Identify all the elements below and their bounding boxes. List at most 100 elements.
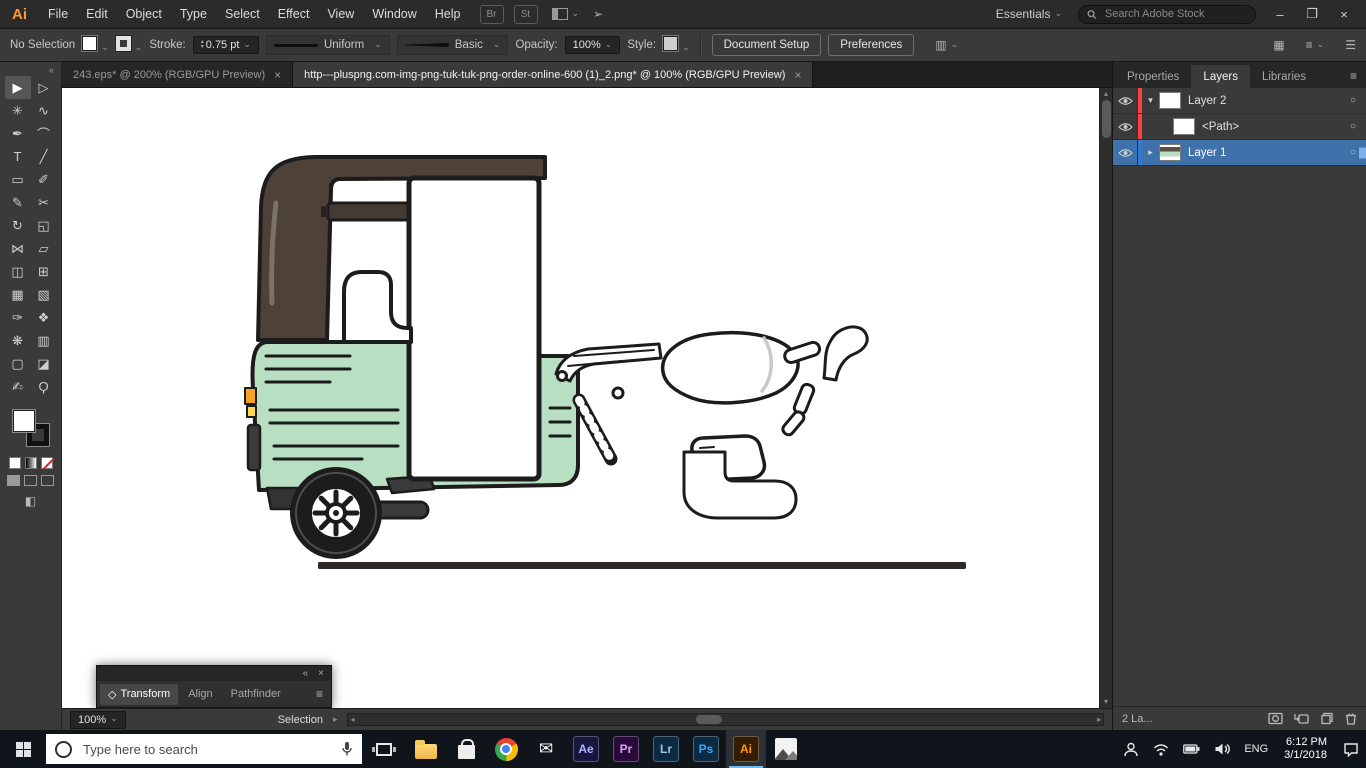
hand-tool[interactable]: ✍ xyxy=(5,375,31,398)
workspace-switcher[interactable]: Essentials xyxy=(996,7,1062,21)
arrange-windows-icon[interactable]: ▦ xyxy=(1273,38,1284,52)
close-tab-icon[interactable]: × xyxy=(274,68,281,82)
line-segment-tool[interactable]: ╱ xyxy=(31,145,57,168)
layer-row-path[interactable]: <Path>○ xyxy=(1113,114,1366,140)
scroll-right-icon[interactable]: ▸ xyxy=(1097,715,1101,724)
fill-color-dropdown[interactable] xyxy=(82,36,109,54)
volume-icon[interactable] xyxy=(1207,730,1237,768)
vertical-scroll-thumb[interactable] xyxy=(1102,100,1111,138)
menu-file[interactable]: File xyxy=(39,7,77,21)
collapse-tools-icon[interactable]: « xyxy=(42,62,61,76)
action-center-icon[interactable] xyxy=(1336,730,1366,768)
none-button[interactable] xyxy=(41,457,53,469)
slice-tool[interactable]: ◪ xyxy=(31,352,57,375)
layer-row-layer-1[interactable]: ▸ Layer 1 ○ xyxy=(1113,140,1366,166)
taskbar-lightroom[interactable]: Lr xyxy=(646,730,686,768)
layer-thumbnail[interactable] xyxy=(1159,92,1181,109)
stroke-weight-field[interactable]: ▴▾ 0.75 pt xyxy=(193,36,259,54)
visibility-toggle[interactable] xyxy=(1113,114,1138,139)
variable-width-profile-dropdown[interactable]: Uniform xyxy=(266,35,390,55)
windows-search-input[interactable] xyxy=(81,741,332,758)
control-menu-icon[interactable]: ☰ xyxy=(1345,38,1356,52)
windows-search-box[interactable] xyxy=(46,734,362,764)
lasso-tool[interactable]: ∿ xyxy=(31,99,57,122)
zoom-field[interactable]: 100% xyxy=(70,711,126,729)
brush-definition-dropdown[interactable]: Basic xyxy=(397,35,509,55)
arrange-documents-icon[interactable] xyxy=(552,8,580,20)
taskbar-photoshop[interactable]: Ps xyxy=(686,730,726,768)
direct-selection-tool[interactable]: ▷ xyxy=(31,76,57,99)
chevron-right-icon[interactable]: ▸ xyxy=(1142,147,1159,158)
taskbar-store[interactable] xyxy=(446,730,486,768)
tuk-tuk-illustration[interactable] xyxy=(62,88,1099,708)
document-setup-button[interactable]: Document Setup xyxy=(712,34,822,56)
taskbar-mail[interactable]: ✉ xyxy=(526,730,566,768)
panel-dock-icon[interactable]: ≡ xyxy=(1306,38,1325,52)
curvature-tool[interactable]: ⌒ xyxy=(31,122,57,145)
scissors-tool[interactable]: ✂ xyxy=(31,191,57,214)
vertical-scrollbar[interactable]: ▴ ▾ xyxy=(1099,88,1112,708)
taskbar-photos[interactable] xyxy=(766,730,806,768)
paintbrush-tool[interactable]: ✐ xyxy=(31,168,57,191)
restore-button[interactable]: ❐ xyxy=(1296,0,1328,29)
horizontal-scroll-thumb[interactable] xyxy=(696,715,722,724)
panel-menu-icon[interactable]: ≡ xyxy=(1341,64,1366,88)
pen-tool[interactable]: ✒ xyxy=(5,122,31,145)
tab-libraries[interactable]: Libraries xyxy=(1250,65,1318,88)
taskbar-after-effects[interactable]: Ae xyxy=(566,730,606,768)
artboard-tool[interactable]: ▢ xyxy=(5,352,31,375)
horizontal-scrollbar[interactable]: ◂ ▸ xyxy=(347,713,1104,726)
perspective-grid-tool[interactable]: ⊞ xyxy=(31,260,57,283)
eyedropper-tool[interactable]: ✑ xyxy=(5,306,31,329)
taskbar-illustrator[interactable]: Ai xyxy=(726,730,766,768)
layer-name[interactable]: Layer 1 xyxy=(1188,147,1226,159)
target-circle-icon[interactable]: ○ xyxy=(1350,121,1356,132)
gradient-button[interactable] xyxy=(25,457,37,469)
magic-wand-tool[interactable]: ✳ xyxy=(5,99,31,122)
screen-mode-button[interactable]: ◧ xyxy=(25,494,36,508)
adobe-stock-search[interactable] xyxy=(1078,5,1256,24)
canvas[interactable]: ▴ ▾ « × ◇TransformAlignPathfinder≡ xyxy=(62,88,1112,708)
menu-effect[interactable]: Effect xyxy=(269,7,319,21)
fill-stroke-widget[interactable] xyxy=(13,410,49,446)
shape-builder-tool[interactable]: ◫ xyxy=(5,260,31,283)
draw-behind-button[interactable] xyxy=(24,475,37,486)
layer-thumbnail[interactable] xyxy=(1173,118,1195,135)
menu-select[interactable]: Select xyxy=(216,7,269,21)
stroke-color-dropdown[interactable] xyxy=(116,36,143,54)
target-circle-icon[interactable]: ○ xyxy=(1350,147,1356,158)
rectangle-tool[interactable]: ▭ xyxy=(5,168,31,191)
draw-normal-button[interactable] xyxy=(7,475,20,486)
document-tab-1[interactable]: 243.eps* @ 200% (RGB/GPU Preview)× xyxy=(62,62,293,87)
zoom-tool[interactable]: Ϙ xyxy=(31,375,57,398)
preferences-button[interactable]: Preferences xyxy=(828,34,914,56)
taskbar-file-explorer[interactable] xyxy=(406,730,446,768)
clock[interactable]: 6:12 PM 3/1/2018 xyxy=(1275,736,1336,762)
menu-object[interactable]: Object xyxy=(117,7,171,21)
close-button[interactable]: × xyxy=(1328,0,1360,29)
task-view-button[interactable] xyxy=(362,730,406,768)
network-icon[interactable] xyxy=(1146,730,1176,768)
fill-proxy[interactable] xyxy=(13,410,35,432)
make-clipping-mask-icon[interactable] xyxy=(1268,712,1283,725)
width-tool[interactable]: ⋈ xyxy=(5,237,31,260)
draw-inside-button[interactable] xyxy=(41,475,54,486)
symbol-sprayer-tool[interactable]: ❋ xyxy=(5,329,31,352)
new-sublayer-icon[interactable] xyxy=(1294,712,1309,725)
blend-tool[interactable]: ❖ xyxy=(31,306,57,329)
scroll-up-icon[interactable]: ▴ xyxy=(1104,89,1108,99)
menu-help[interactable]: Help xyxy=(426,7,470,21)
stock-search-input[interactable] xyxy=(1103,7,1247,21)
stepper-icon[interactable]: ▴▾ xyxy=(201,40,204,50)
target-circle-icon[interactable]: ○ xyxy=(1350,95,1356,106)
taskbar-premiere-pro[interactable]: Pr xyxy=(606,730,646,768)
isolate-selected-icon[interactable]: ▥ xyxy=(935,38,958,52)
document-tab-2[interactable]: http---pluspng.com-img-png-tuk-tuk-png-o… xyxy=(293,62,813,87)
delete-layer-icon[interactable] xyxy=(1345,712,1357,725)
layer-thumbnail[interactable] xyxy=(1159,144,1181,161)
mesh-tool[interactable]: ▦ xyxy=(5,283,31,306)
language-indicator[interactable]: ENG xyxy=(1237,730,1275,768)
menu-type[interactable]: Type xyxy=(171,7,216,21)
opacity-field[interactable]: 100% xyxy=(565,36,621,54)
panel-menu-icon[interactable]: ≡ xyxy=(311,687,328,701)
